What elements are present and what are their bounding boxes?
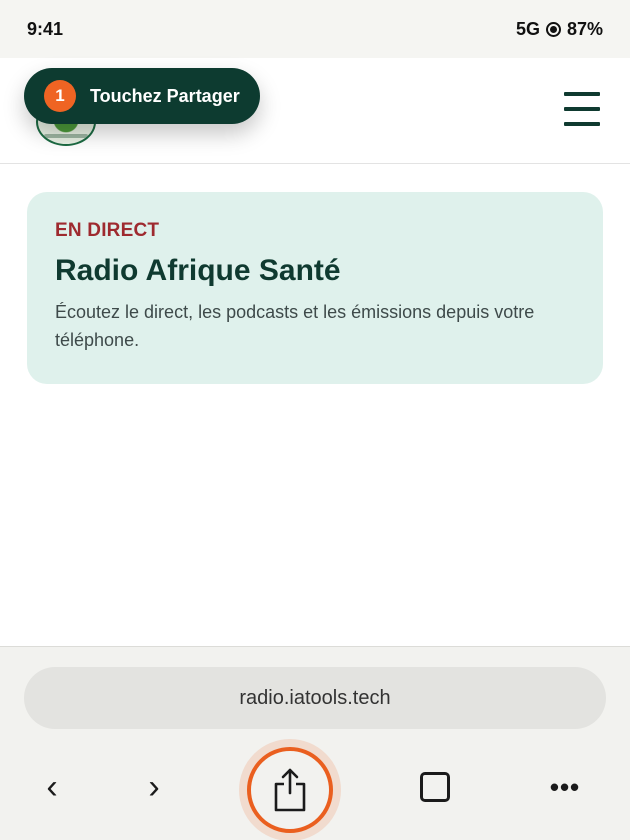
address-bar[interactable]: radio.iatools.tech	[24, 667, 606, 729]
network-label: 5G	[515, 18, 540, 39]
chevron-right-icon: ›	[148, 767, 160, 806]
logo-ring	[44, 134, 88, 138]
status-time: 9:41	[27, 18, 64, 39]
menu-line	[564, 92, 600, 96]
hamburger-menu-icon[interactable]	[564, 92, 600, 126]
status-indicators: 5G 87%	[516, 19, 603, 40]
chevron-left-icon: ‹	[46, 767, 58, 806]
more-options-button[interactable]: •••	[542, 767, 588, 807]
status-bar: 9:41 5G 87%	[0, 0, 630, 58]
signal-icon	[545, 21, 561, 37]
browser-toolbar: radio.iatools.tech ‹ › •••	[0, 646, 630, 840]
menu-line	[564, 107, 600, 111]
menu-line	[564, 122, 600, 126]
share-icon	[274, 768, 306, 812]
more-dots-icon: •••	[549, 771, 581, 802]
tabs-button[interactable]	[418, 767, 452, 807]
share-hint-tooltip: 1 Touchez Partager	[24, 68, 260, 124]
hint-text: Touchez Partager	[90, 85, 240, 106]
live-hero-card: EN DIRECT Radio Afrique Santé Écoutez le…	[27, 192, 603, 384]
back-button[interactable]: ‹	[36, 767, 68, 807]
share-button[interactable]	[247, 747, 333, 833]
hint-step-badge: 1	[44, 80, 76, 112]
hero-description: Écoutez le direct, les podcasts et les é…	[55, 302, 535, 350]
live-label: EN DIRECT	[55, 220, 160, 241]
hero-title: Radio Afrique Santé	[55, 254, 341, 287]
forward-button[interactable]: ›	[138, 767, 170, 807]
battery-label: 87%	[566, 18, 603, 39]
tabs-icon	[420, 772, 450, 802]
